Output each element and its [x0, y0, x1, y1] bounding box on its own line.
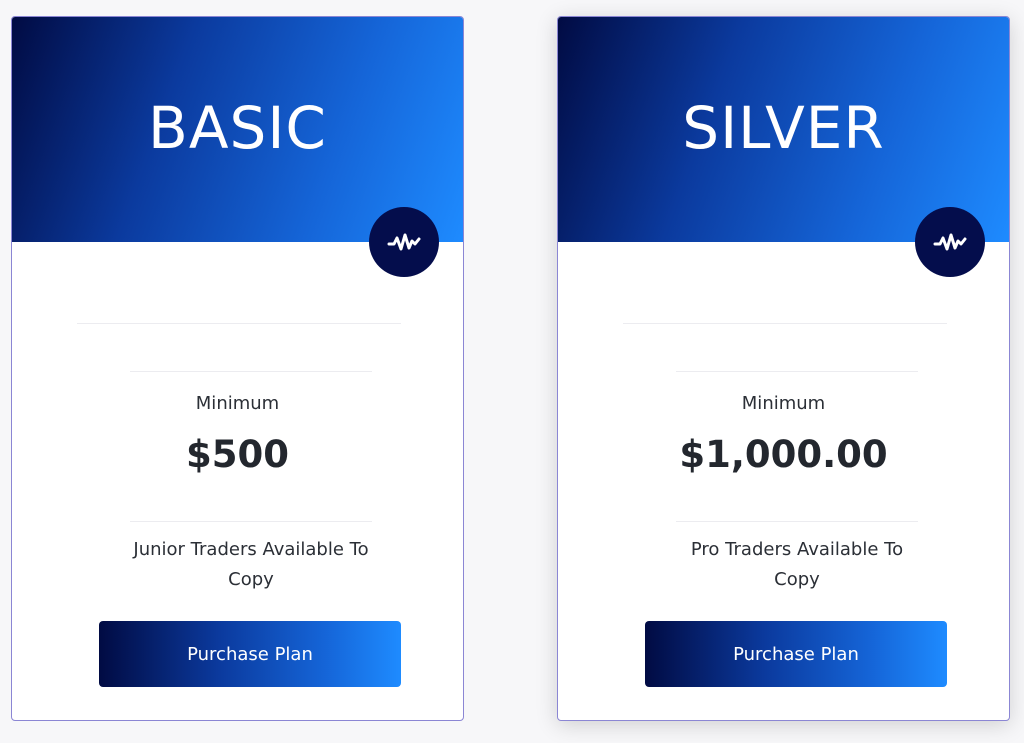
- purchase-plan-button[interactable]: Purchase Plan: [645, 621, 947, 687]
- divider: [130, 521, 372, 522]
- minimum-value: $500: [186, 433, 289, 476]
- activity-pulse-icon: [915, 207, 985, 277]
- divider: [676, 521, 918, 522]
- plan-name: SILVER: [682, 94, 885, 162]
- activity-pulse-icon: [369, 207, 439, 277]
- divider: [676, 371, 918, 372]
- plan-card-basic: BASIC Minimum $500 Junior Traders Availa…: [11, 16, 464, 721]
- purchase-plan-button[interactable]: Purchase Plan: [99, 621, 401, 687]
- minimum-label: Minimum: [741, 393, 826, 414]
- divider: [77, 323, 401, 324]
- plan-description: Junior Traders Available To Copy: [133, 539, 369, 590]
- plan-name: BASIC: [148, 94, 327, 162]
- plan-description: Pro Traders Available To Copy: [690, 539, 904, 590]
- divider: [130, 371, 372, 372]
- minimum-value: $1,000.00: [679, 433, 888, 476]
- minimum-label: Minimum: [195, 393, 280, 414]
- plan-card-silver: SILVER Minimum $1,000.00 Pro Traders Ava…: [557, 16, 1010, 721]
- divider: [623, 323, 947, 324]
